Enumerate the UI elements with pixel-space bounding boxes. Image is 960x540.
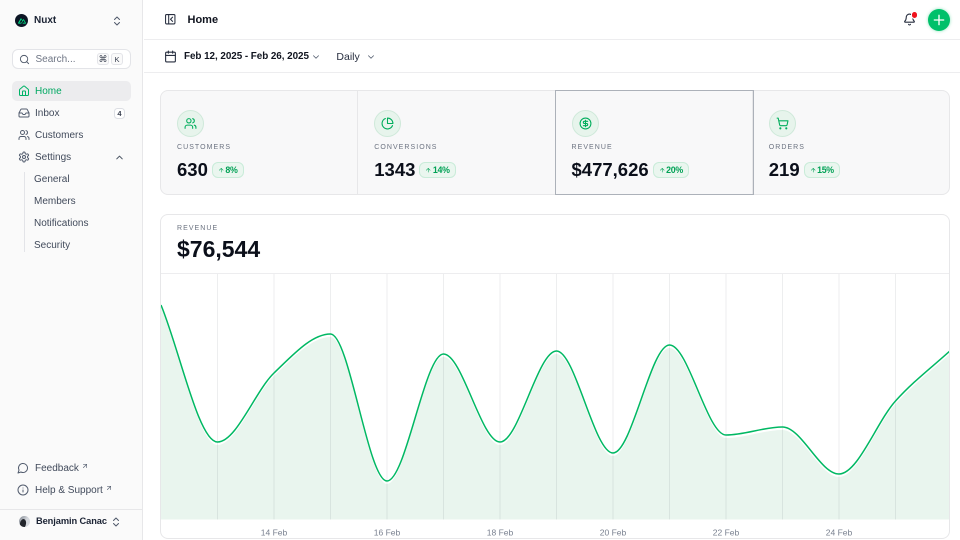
svg-text:14 Feb: 14 Feb [261,528,288,538]
svg-text:24 Feb: 24 Feb [826,528,853,538]
svg-text:16 Feb: 16 Feb [374,528,401,538]
svg-text:22 Feb: 22 Feb [713,528,740,538]
svg-text:18 Feb: 18 Feb [487,528,514,538]
svg-text:20 Feb: 20 Feb [600,528,627,538]
